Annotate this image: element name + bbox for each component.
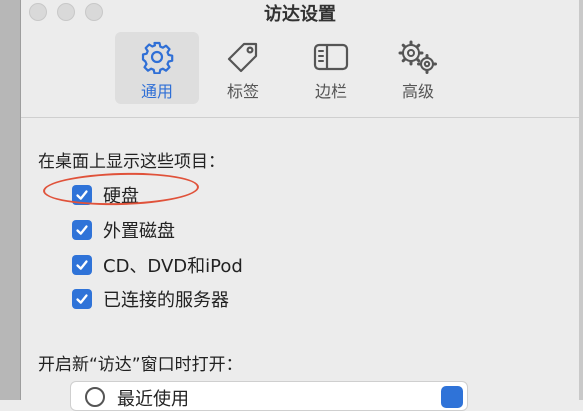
tab-sidebar[interactable]: 边栏 (289, 32, 373, 104)
tab-advanced[interactable]: 高级 (376, 32, 460, 104)
background-window (0, 0, 20, 400)
checkbox-label: 已连接的服务器 (103, 290, 229, 311)
window-title: 访达设置 (264, 4, 336, 25)
new-window-heading: 开启新“访达”窗口时打开： (38, 355, 243, 375)
gear-icon (115, 40, 199, 74)
annotation-circle (42, 170, 200, 208)
checkbox-row-connected-servers[interactable]: 已连接的服务器 (72, 287, 229, 311)
checkbox-external-disks[interactable] (72, 220, 92, 240)
new-window-select[interactable]: 最近使用 (70, 381, 468, 411)
checkbox-connected-servers[interactable] (72, 289, 92, 309)
checkbox-row-external-disks[interactable]: 外置磁盘 (72, 218, 175, 242)
checkmark-icon (76, 294, 88, 304)
background-window-right (579, 0, 583, 400)
checkbox-cds-dvds-ipods[interactable] (72, 255, 92, 275)
window-titlebar: 访达设置 通用 标签 边栏 高级 (21, 0, 579, 118)
sidebar-icon (289, 40, 373, 74)
select-value: 最近使用 (117, 389, 189, 410)
checkbox-label: CD、DVD和iPod (103, 256, 243, 277)
checkmark-icon (76, 260, 88, 270)
checkbox-row-cds-dvds-ipods[interactable]: CD、DVD和iPod (72, 253, 243, 277)
tab-tags[interactable]: 标签 (201, 32, 285, 104)
checkbox-label: 外置磁盘 (103, 221, 175, 242)
tag-icon (201, 40, 285, 74)
chevron-updown-icon[interactable] (441, 386, 463, 408)
gears-icon (376, 40, 460, 74)
tab-advanced-label: 高级 (401, 82, 434, 101)
tab-general[interactable]: 通用 (115, 32, 199, 104)
tab-general-label: 通用 (140, 82, 173, 101)
tab-sidebar-label: 边栏 (314, 82, 347, 101)
desktop-items-heading: 在桌面上显示这些项目： (38, 152, 225, 172)
toolbar-divider (21, 117, 579, 118)
tab-tags-label: 标签 (226, 82, 259, 101)
clock-icon (85, 387, 105, 407)
checkmark-icon (76, 225, 88, 235)
